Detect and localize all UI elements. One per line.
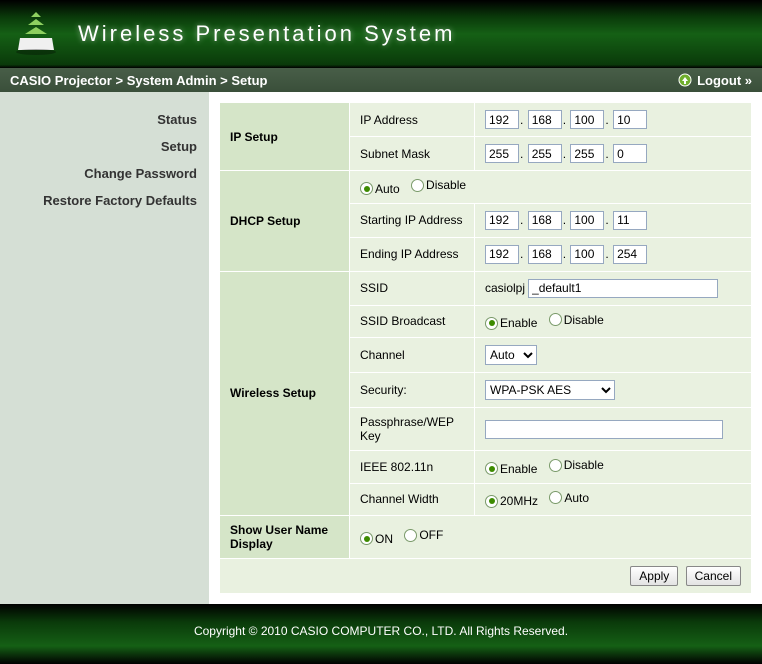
main-panel: IP Setup IP Address . . . Subnet Mask . … bbox=[209, 92, 762, 604]
mask1[interactable] bbox=[485, 144, 519, 163]
dhcp-disable-radio[interactable]: Disable bbox=[411, 178, 466, 192]
header: Wireless Presentation System bbox=[0, 0, 762, 68]
sidebar: Status Setup Change Password Restore Fac… bbox=[0, 92, 209, 604]
sip3[interactable] bbox=[570, 211, 604, 230]
ip-address-label: IP Address bbox=[350, 103, 475, 137]
broadcast-label: SSID Broadcast bbox=[350, 305, 475, 338]
mask4[interactable] bbox=[613, 144, 647, 163]
passphrase-label: Passphrase/WEP Key bbox=[350, 408, 475, 451]
channel-width-label: Channel Width bbox=[350, 483, 475, 516]
ip3[interactable] bbox=[570, 110, 604, 129]
ssid-label: SSID bbox=[350, 271, 475, 305]
eip1[interactable] bbox=[485, 245, 519, 264]
ip2[interactable] bbox=[528, 110, 562, 129]
username-on-radio[interactable]: ON bbox=[360, 532, 393, 546]
start-ip-label: Starting IP Address bbox=[350, 203, 475, 237]
ssid-input[interactable] bbox=[528, 279, 718, 298]
channel-select[interactable]: Auto bbox=[485, 345, 537, 365]
ip4[interactable] bbox=[613, 110, 647, 129]
breadcrumb-admin[interactable]: System Admin bbox=[127, 73, 217, 88]
sidebar-item-setup[interactable]: Setup bbox=[0, 133, 209, 160]
sip4[interactable] bbox=[613, 211, 647, 230]
ieee-n-label: IEEE 802.11n bbox=[350, 451, 475, 484]
eip3[interactable] bbox=[570, 245, 604, 264]
logout-icon bbox=[678, 73, 692, 87]
breadcrumb-root[interactable]: CASIO Projector bbox=[10, 73, 112, 88]
mask2[interactable] bbox=[528, 144, 562, 163]
width-auto-radio[interactable]: Auto bbox=[549, 491, 589, 505]
sip1[interactable] bbox=[485, 211, 519, 230]
broadcast-enable-radio[interactable]: Enable bbox=[485, 316, 537, 330]
dhcp-section: DHCP Setup bbox=[220, 171, 350, 272]
breadcrumb: CASIO Projector > System Admin > Setup bbox=[10, 73, 268, 88]
end-ip-label: Ending IP Address bbox=[350, 237, 475, 271]
ieee-n-disable-radio[interactable]: Disable bbox=[549, 458, 604, 472]
wireless-section: Wireless Setup bbox=[220, 271, 350, 516]
ip-setup-section: IP Setup bbox=[220, 103, 350, 171]
ip1[interactable] bbox=[485, 110, 519, 129]
channel-label: Channel bbox=[350, 338, 475, 373]
cancel-button[interactable]: Cancel bbox=[686, 566, 741, 586]
footer: Copyright © 2010 CASIO COMPUTER CO., LTD… bbox=[0, 604, 762, 664]
username-off-radio[interactable]: OFF bbox=[404, 528, 443, 542]
sidebar-item-status[interactable]: Status bbox=[0, 106, 209, 133]
sip2[interactable] bbox=[528, 211, 562, 230]
eip4[interactable] bbox=[613, 245, 647, 264]
mask3[interactable] bbox=[570, 144, 604, 163]
breadcrumb-bar: CASIO Projector > System Admin > Setup L… bbox=[0, 68, 762, 92]
projector-icon bbox=[12, 10, 60, 58]
ieee-n-enable-radio[interactable]: Enable bbox=[485, 462, 537, 476]
sidebar-item-password[interactable]: Change Password bbox=[0, 160, 209, 187]
dhcp-auto-radio[interactable]: Auto bbox=[360, 182, 400, 196]
security-select[interactable]: WPA-PSK AES bbox=[485, 380, 615, 400]
breadcrumb-setup: Setup bbox=[231, 73, 267, 88]
page-title: Wireless Presentation System bbox=[78, 21, 455, 47]
eip2[interactable] bbox=[528, 245, 562, 264]
broadcast-disable-radio[interactable]: Disable bbox=[549, 313, 604, 327]
logout-link[interactable]: Logout » bbox=[678, 73, 752, 88]
subnet-label: Subnet Mask bbox=[350, 137, 475, 171]
ssid-prefix: casiolpj bbox=[485, 281, 525, 295]
username-section: Show User Name Display bbox=[220, 516, 350, 559]
width-20-radio[interactable]: 20MHz bbox=[485, 494, 538, 508]
security-label: Security: bbox=[350, 373, 475, 408]
apply-button[interactable]: Apply bbox=[630, 566, 678, 586]
sidebar-item-restore[interactable]: Restore Factory Defaults bbox=[0, 187, 209, 214]
passphrase-input[interactable] bbox=[485, 420, 723, 439]
